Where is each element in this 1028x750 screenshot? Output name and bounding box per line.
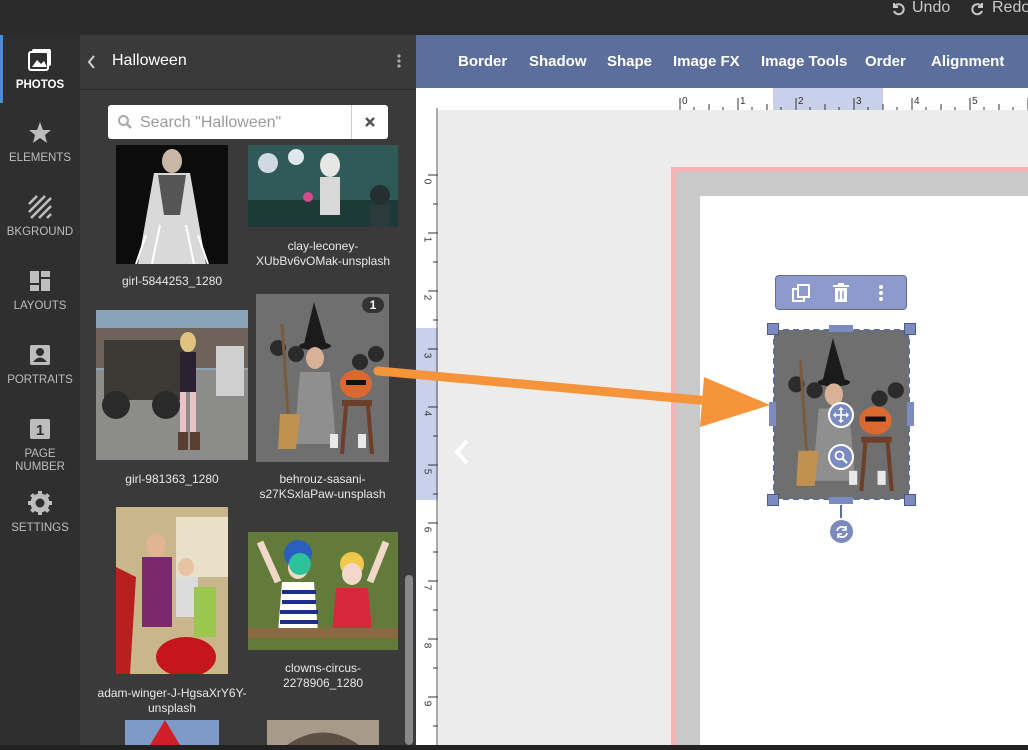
photo-thumb-girl-5844253[interactable] xyxy=(116,145,228,264)
resize-handle-top-right[interactable] xyxy=(904,323,916,335)
panel-more-icon[interactable] xyxy=(396,53,404,69)
top-bar xyxy=(0,0,1028,35)
redo-icon xyxy=(971,3,983,16)
ruler-left-label: 9 xyxy=(421,700,433,707)
rail-label-page-number: PAGE NUMBER xyxy=(15,448,65,473)
rail-label-layouts: LAYOUTS xyxy=(13,300,67,312)
photo-thumb-clowns-circus[interactable] xyxy=(248,532,398,650)
redo-button[interactable]: Redo xyxy=(970,0,1028,16)
toolbar-shape[interactable]: Shape xyxy=(607,53,652,70)
rotate-icon xyxy=(835,525,848,538)
trash-icon xyxy=(833,283,849,302)
rail-label-settings: SETTINGS xyxy=(11,522,69,534)
rail-item-elements[interactable]: ELEMENTS xyxy=(0,120,80,165)
duplicate-icon xyxy=(792,284,810,302)
undo-icon xyxy=(893,3,905,16)
move-button[interactable] xyxy=(828,402,854,428)
rail-label-elements: ELEMENTS xyxy=(9,152,71,164)
close-icon xyxy=(365,117,375,127)
photo-caption: girl-981363_1280 xyxy=(125,472,219,486)
photo-thumb-partial[interactable] xyxy=(267,720,379,745)
ruler-top-label: 0 xyxy=(682,96,688,107)
toolbar-border[interactable]: Border xyxy=(458,53,507,70)
toolbar-shadow[interactable]: Shadow xyxy=(529,53,587,70)
magnifier-icon xyxy=(834,450,848,464)
ruler-top: 0 1 2 3 4 5 xyxy=(677,88,1028,110)
zoom-button[interactable] xyxy=(828,444,854,470)
ruler-left-label: 5 xyxy=(421,468,433,475)
photos-icon xyxy=(28,49,51,71)
background-icon xyxy=(28,195,52,219)
undo-button[interactable]: Undo xyxy=(890,0,950,16)
ruler-left-label: 0 xyxy=(421,178,433,185)
ruler-top-label: 1 xyxy=(740,96,746,107)
panel-title: Halloween xyxy=(112,52,187,69)
photo-thumb-adam-winger[interactable] xyxy=(116,507,228,674)
photo-thumb-partial[interactable] xyxy=(125,720,219,745)
toolbar-image-tools[interactable]: Image Tools xyxy=(761,53,847,70)
ruler-left-label: 8 xyxy=(421,642,433,649)
photo-caption: clowns-circus-2278906_1280 xyxy=(282,661,364,690)
resize-handle-bottom[interactable] xyxy=(829,497,853,504)
rail-item-portraits[interactable]: PORTRAITS xyxy=(0,342,80,387)
usage-count-badge: 1 xyxy=(362,297,384,313)
toolbar-image-fx[interactable]: Image FX xyxy=(673,53,740,70)
resize-handle-top-left[interactable] xyxy=(767,323,779,335)
ruler-left-label: 7 xyxy=(421,584,433,591)
image-floating-toolbar xyxy=(775,275,907,310)
rail-item-layouts[interactable]: LAYOUTS xyxy=(0,268,80,313)
collapse-panel-chevron-icon[interactable] xyxy=(452,437,472,467)
rail-label-background: BKGROUND xyxy=(6,226,74,238)
ruler-left-label: 1 xyxy=(421,236,433,243)
back-chevron-icon[interactable] xyxy=(86,54,98,70)
photo-thumb-clay-leconey[interactable] xyxy=(248,145,398,227)
rail-item-background[interactable]: BKGROUND xyxy=(0,194,80,239)
star-icon xyxy=(29,122,51,143)
rail-label-portraits: PORTRAITS xyxy=(7,374,73,386)
ruler-left-label: 6 xyxy=(421,526,433,533)
drag-arrow-annotation xyxy=(373,366,770,427)
photo-caption: adam-winger-J-HgsaXrY6Y-unsplash xyxy=(97,686,247,715)
ruler-left-label: 2 xyxy=(421,294,433,301)
rail-item-photos[interactable]: PHOTOS xyxy=(0,47,80,92)
move-icon xyxy=(833,407,849,423)
photo-thumb-girl-981363[interactable] xyxy=(96,310,248,460)
more-options-button[interactable] xyxy=(870,282,892,304)
delete-button[interactable] xyxy=(830,282,852,304)
rail-item-page-number[interactable]: 1 PAGE NUMBER xyxy=(0,416,80,474)
ruler-top-label: 2 xyxy=(798,96,804,107)
photo-caption: girl-5844253_1280 xyxy=(121,274,223,288)
resize-handle-left[interactable] xyxy=(769,402,776,426)
page-number-glyph: 1 xyxy=(36,422,44,439)
photo-caption: clay-leconey-XUbBv6vOMak-unsplash xyxy=(255,239,391,268)
resize-handle-top[interactable] xyxy=(829,325,853,332)
layouts-icon xyxy=(30,271,50,291)
gear-icon xyxy=(28,491,52,515)
search-input[interactable] xyxy=(138,105,352,141)
resize-handle-bottom-right[interactable] xyxy=(904,494,916,506)
search-box xyxy=(108,105,388,141)
ruler-top-label: 5 xyxy=(972,96,978,107)
rail-label-photos: PHOTOS xyxy=(15,79,65,91)
page-number-icon: 1 xyxy=(30,419,50,439)
panel-scrollbar[interactable] xyxy=(405,575,413,745)
search-icon xyxy=(118,115,132,129)
photo-caption: behrouz-sasani-s27KSxlaPaw-unsplash xyxy=(259,472,386,501)
rotate-button[interactable] xyxy=(828,518,855,545)
toolbar-alignment[interactable]: Alignment xyxy=(931,53,1004,70)
rotate-connector xyxy=(840,505,842,519)
more-vertical-icon xyxy=(879,285,883,301)
duplicate-button[interactable] xyxy=(790,282,812,304)
ruler-top-label: 3 xyxy=(856,96,862,107)
ruler-top-label: 4 xyxy=(914,96,920,107)
resize-handle-right[interactable] xyxy=(907,402,914,426)
toolbar-order[interactable]: Order xyxy=(865,53,906,70)
resize-handle-bottom-left[interactable] xyxy=(767,494,779,506)
undo-label: Undo xyxy=(912,0,951,16)
rail-item-settings[interactable]: SETTINGS xyxy=(0,490,80,535)
portrait-icon xyxy=(30,345,50,365)
redo-label: Redo xyxy=(992,0,1028,16)
search-clear-button[interactable] xyxy=(351,105,388,139)
